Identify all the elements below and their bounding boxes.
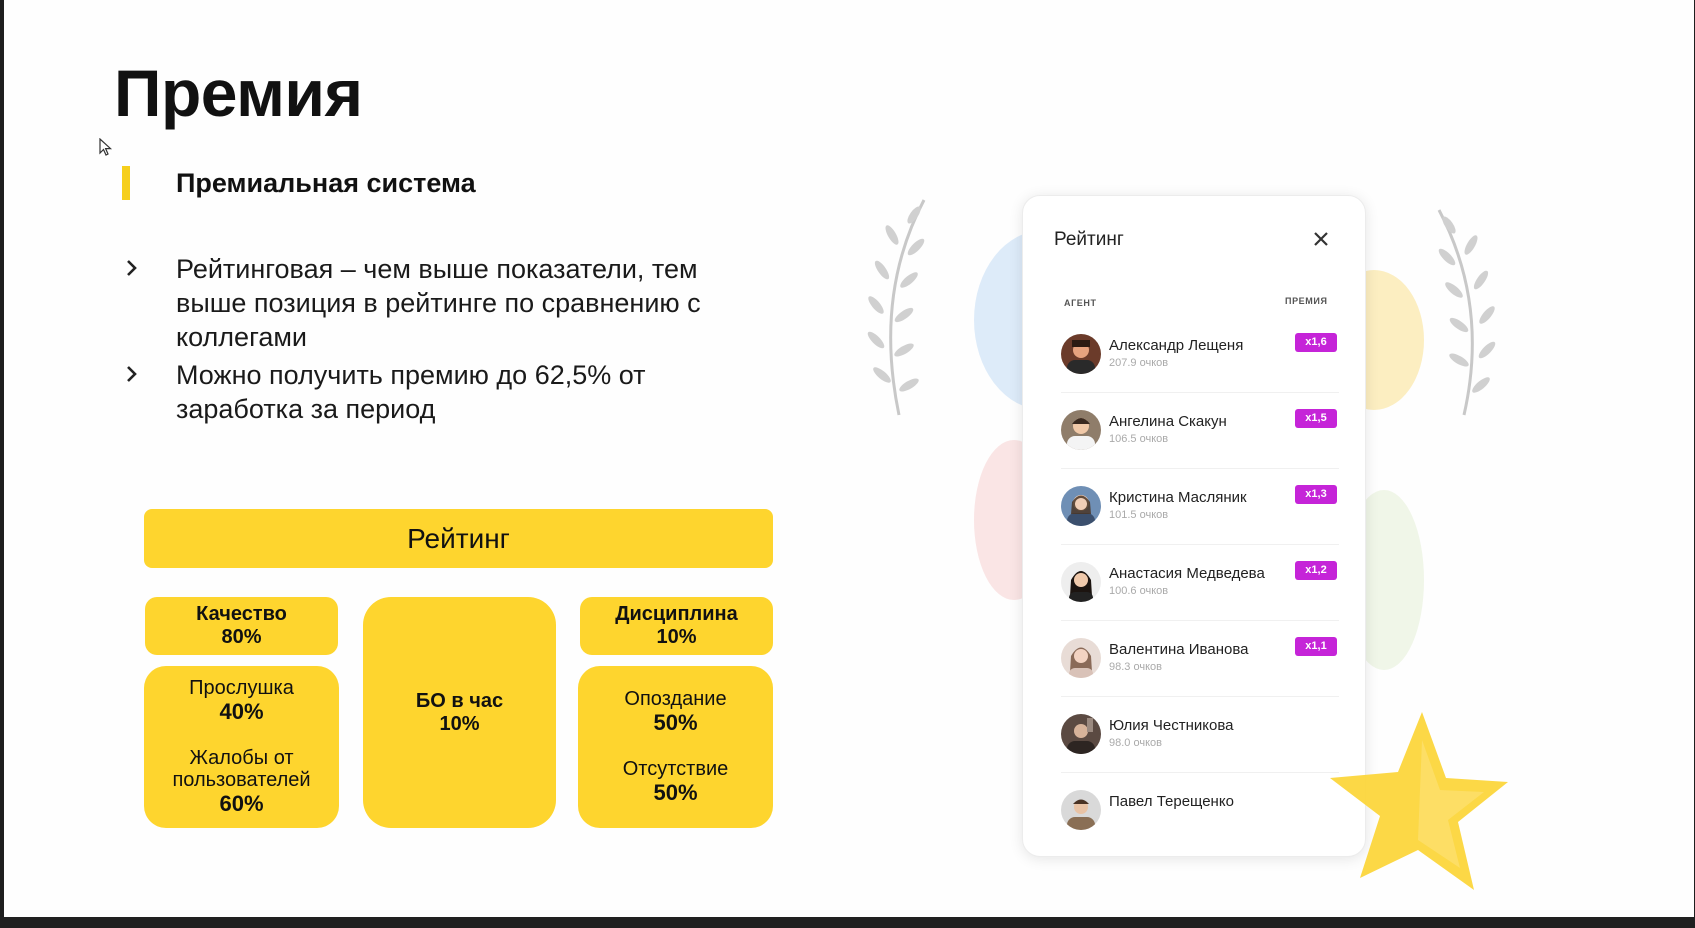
agent-row[interactable]: Валентина Иванова 98.3 очков x1,1 <box>1061 620 1339 697</box>
agent-row[interactable]: Кристина Масляник 101.5 очков x1,3 <box>1061 468 1339 545</box>
avatar <box>1061 638 1101 678</box>
lateness-label: Опоздание <box>624 688 727 710</box>
close-icon[interactable] <box>1310 228 1332 250</box>
laurel-icon <box>867 199 926 416</box>
bullet-text: Можно получить премию до 62,5% от зарабо… <box>176 360 646 424</box>
agent-row[interactable]: Анастасия Медведева 100.6 очков x1,2 <box>1061 544 1339 621</box>
bonus-multiplier-badge: x1,6 <box>1295 333 1337 352</box>
bonus-multiplier-badge: x1,5 <box>1295 409 1337 428</box>
discipline-details: Опоздание 50% Отсутствие 50% <box>578 666 773 828</box>
agent-points: 207.9 очков <box>1109 357 1169 369</box>
bo-pct: 10% <box>439 712 480 735</box>
quality-category: Качество 80% <box>145 597 338 655</box>
quality-title: Качество <box>196 603 287 625</box>
star-icon <box>1330 712 1508 890</box>
section-subtitle: Премиальная система <box>176 168 476 198</box>
agent-name: Кристина Масляник <box>1109 489 1247 506</box>
avatar <box>1061 714 1101 754</box>
absence-label: Отсутствие <box>622 758 729 780</box>
bo-per-hour-block: БО в час 10% <box>363 597 556 828</box>
agent-points: 98.3 очков <box>1109 661 1162 673</box>
panel-title: Рейтинг <box>1054 229 1124 250</box>
agent-name: Александр Лещеня <box>1109 337 1244 354</box>
quality-pct: 80% <box>221 626 262 648</box>
bonus-multiplier-badge: x1,2 <box>1295 561 1337 580</box>
agent-name: Валентина Иванова <box>1109 641 1249 658</box>
agent-name: Юлия Честникова <box>1109 717 1234 734</box>
discipline-category: Дисциплина 10% <box>580 597 773 655</box>
bonus-column-header: ПРЕМИЯ <box>1285 296 1328 306</box>
agent-points: 101.5 очков <box>1109 509 1169 521</box>
lateness-pct: 50% <box>653 710 698 735</box>
accent-bar <box>122 166 130 200</box>
presentation-slide: Премия Премиальная система Рейтинговая –… <box>4 0 1694 917</box>
bo-title: БО в час <box>415 689 504 712</box>
agent-row[interactable]: Павел Терещенко <box>1061 772 1339 848</box>
discipline-title: Дисциплина <box>615 603 738 625</box>
quality-details: Прослушка 40% Жалобы от пользователей 60… <box>144 666 339 828</box>
agent-points: 106.5 очков <box>1109 433 1169 445</box>
slide-title: Премия <box>114 56 363 130</box>
cursor-icon <box>99 138 113 156</box>
listening-pct: 40% <box>219 699 264 724</box>
discipline-pct: 10% <box>656 626 697 648</box>
rating-header-block: Рейтинг <box>144 509 773 568</box>
agent-name: Ангелина Скакун <box>1109 413 1227 430</box>
bullet-text: Рейтинговая – чем выше показатели, тем в… <box>176 254 701 352</box>
chevron-right-icon <box>127 260 137 276</box>
avatar <box>1061 410 1101 450</box>
complaints-label: Жалобы от пользователей <box>172 747 311 791</box>
agent-row[interactable]: Ангелина Скакун 106.5 очков x1,5 <box>1061 392 1339 469</box>
listening-label: Прослушка <box>189 677 294 699</box>
avatar <box>1061 334 1101 374</box>
agent-name: Анастасия Медведева <box>1109 565 1265 582</box>
bonus-multiplier-badge: x1,3 <box>1295 485 1337 504</box>
avatar <box>1061 486 1101 526</box>
agent-row[interactable]: Александр Лещеня 207.9 очков x1,6 <box>1061 316 1339 393</box>
avatar <box>1061 790 1101 830</box>
chevron-right-icon <box>127 366 137 382</box>
avatar <box>1061 562 1101 602</box>
agent-name: Павел Терещенко <box>1109 793 1234 810</box>
agent-column-header: АГЕНТ <box>1064 298 1097 308</box>
agent-row[interactable]: Юлия Честникова 98.0 очков <box>1061 696 1339 773</box>
agent-points: 100.6 очков <box>1109 585 1169 597</box>
absence-pct: 50% <box>653 780 698 805</box>
taskbar <box>0 917 1695 928</box>
bonus-multiplier-badge: x1,1 <box>1295 637 1337 656</box>
laurel-icon <box>1437 209 1496 416</box>
agent-points: 98.0 очков <box>1109 737 1162 749</box>
complaints-pct: 60% <box>219 791 264 816</box>
